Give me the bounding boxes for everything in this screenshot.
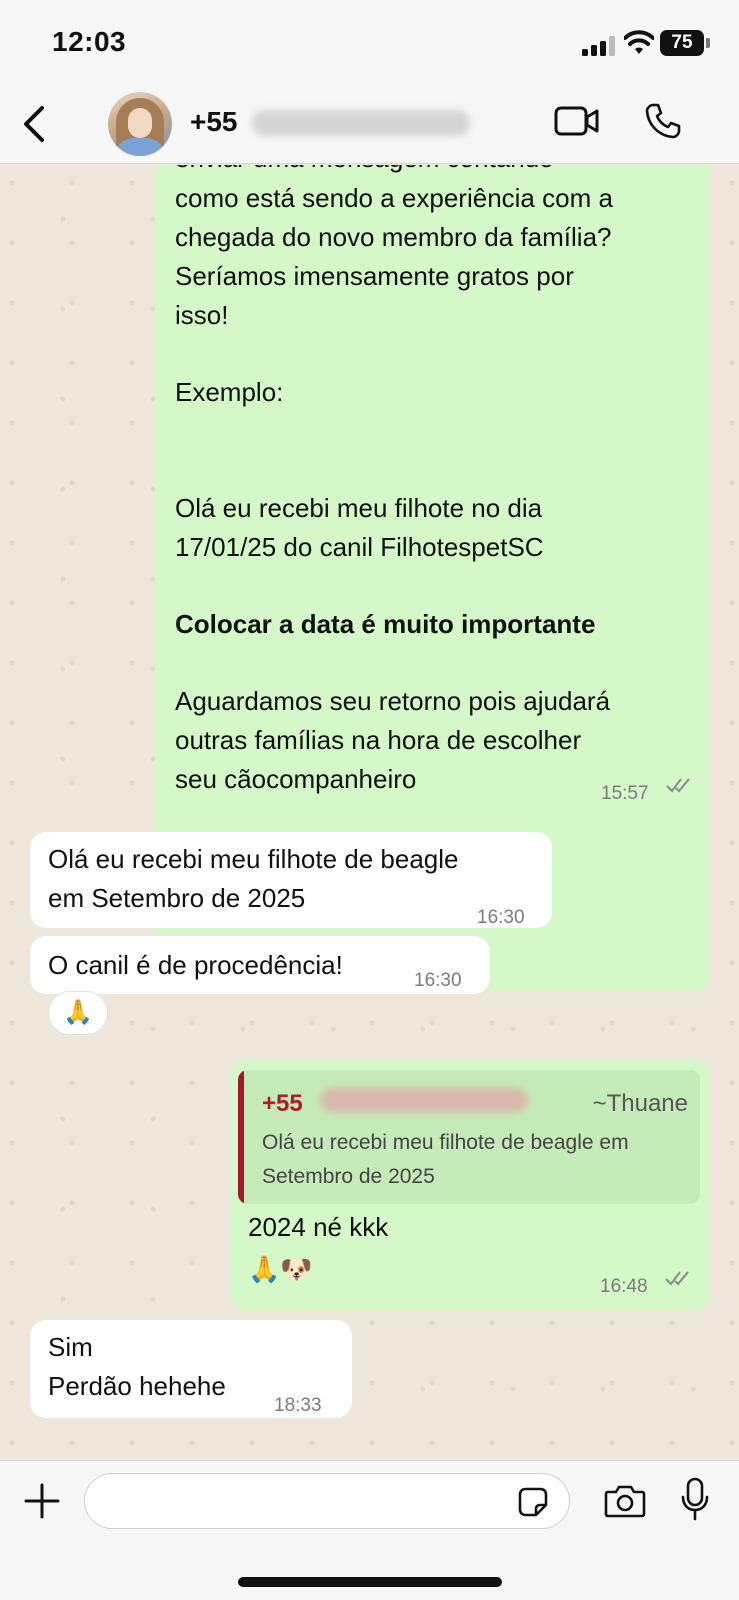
status-bar: 12:03 75 bbox=[0, 0, 739, 92]
chat-header: +55 bbox=[0, 92, 739, 164]
message-line: 2024 né kkk bbox=[248, 1212, 389, 1242]
message-line: Perdão hehehe bbox=[48, 1371, 226, 1401]
message-line: isso! bbox=[175, 300, 229, 330]
microphone-icon[interactable] bbox=[680, 1477, 710, 1523]
message-line: Exemplo: bbox=[175, 377, 284, 407]
message-line: chegada do novo membro da família? bbox=[175, 222, 612, 252]
message-line: Olá eu recebi meu filhote de beagle bbox=[48, 844, 459, 874]
message-line: seu cãocompanheiro bbox=[175, 764, 417, 794]
message-line: 🙏🐶 bbox=[248, 1254, 313, 1284]
incoming-message[interactable]: Sim Perdão hehehe 18:33 bbox=[30, 1320, 352, 1418]
plus-icon[interactable] bbox=[24, 1483, 60, 1519]
message-line: Aguardamos seu retorno pois ajudará bbox=[175, 686, 611, 716]
input-bar bbox=[0, 1460, 739, 1600]
battery-level: 75 bbox=[660, 30, 704, 56]
sticker-icon[interactable] bbox=[516, 1485, 550, 1519]
message-line: Olá eu recebi meu filhote no dia bbox=[175, 493, 543, 523]
battery-icon: 75 bbox=[660, 30, 710, 58]
reply-accent-bar bbox=[238, 1070, 244, 1204]
message-time: 16:30 bbox=[414, 970, 462, 991]
home-indicator bbox=[238, 1577, 502, 1587]
message-line: em Setembro de 2025 bbox=[48, 883, 306, 913]
message-line: Sim bbox=[48, 1332, 93, 1362]
reply-line: Setembro de 2025 bbox=[262, 1165, 435, 1188]
reply-sender: +55 bbox=[262, 1090, 303, 1117]
message-text-field[interactable] bbox=[105, 1474, 505, 1528]
chat-area[interactable]: enviar uma mensagem contando como está s… bbox=[0, 165, 739, 1460]
redacted-phone-number bbox=[320, 1088, 528, 1112]
incoming-message[interactable]: Olá eu recebi meu filhote de beagle em S… bbox=[30, 832, 552, 928]
double-check-icon bbox=[665, 1271, 689, 1286]
outgoing-message[interactable]: +55 ~Thuane Olá eu recebi meu filhote de… bbox=[230, 1060, 710, 1310]
contact-name[interactable]: +55 bbox=[190, 106, 238, 138]
message-line: O canil é de procedência! bbox=[48, 950, 343, 980]
chevron-left-icon[interactable] bbox=[18, 102, 50, 146]
message-line: 17/01/25 do canil FilhotespetSC bbox=[175, 532, 544, 562]
video-call-icon[interactable] bbox=[554, 104, 600, 138]
reply-line: Olá eu recebi meu filhote de beagle em bbox=[262, 1131, 629, 1154]
redacted-phone-number bbox=[252, 110, 470, 136]
message-line: outras famílias na hora de escolher bbox=[175, 725, 582, 755]
signal-icon bbox=[582, 36, 615, 56]
wifi-icon bbox=[624, 30, 654, 54]
message-time: 18:33 bbox=[274, 1395, 322, 1416]
message-line: Seríamos imensamente gratos por bbox=[175, 261, 574, 291]
camera-icon[interactable] bbox=[604, 1483, 646, 1519]
reply-alias: ~Thuane bbox=[592, 1090, 688, 1117]
message-line: Colocar a data é muito importante bbox=[175, 609, 596, 639]
phone-icon[interactable] bbox=[644, 102, 682, 140]
incoming-message[interactable]: O canil é de procedência! 16:30 bbox=[30, 936, 490, 994]
avatar[interactable] bbox=[108, 92, 172, 156]
message-time: 16:30 bbox=[477, 907, 525, 928]
message-input[interactable] bbox=[84, 1473, 570, 1529]
double-check-icon bbox=[666, 778, 690, 793]
reaction-badge[interactable]: 🙏 bbox=[48, 991, 108, 1035]
reply-text: Olá eu recebi meu filhote de beagle em S… bbox=[262, 1126, 692, 1194]
status-time: 12:03 bbox=[52, 26, 127, 57]
quoted-reply[interactable]: +55 ~Thuane Olá eu recebi meu filhote de… bbox=[238, 1070, 700, 1204]
message-time: 16:48 bbox=[600, 1276, 648, 1297]
message-time: 15:57 bbox=[601, 783, 649, 804]
message-line: enviar uma mensagem contando bbox=[175, 165, 554, 178]
message-line: como está sendo a experiência com a bbox=[175, 183, 613, 213]
